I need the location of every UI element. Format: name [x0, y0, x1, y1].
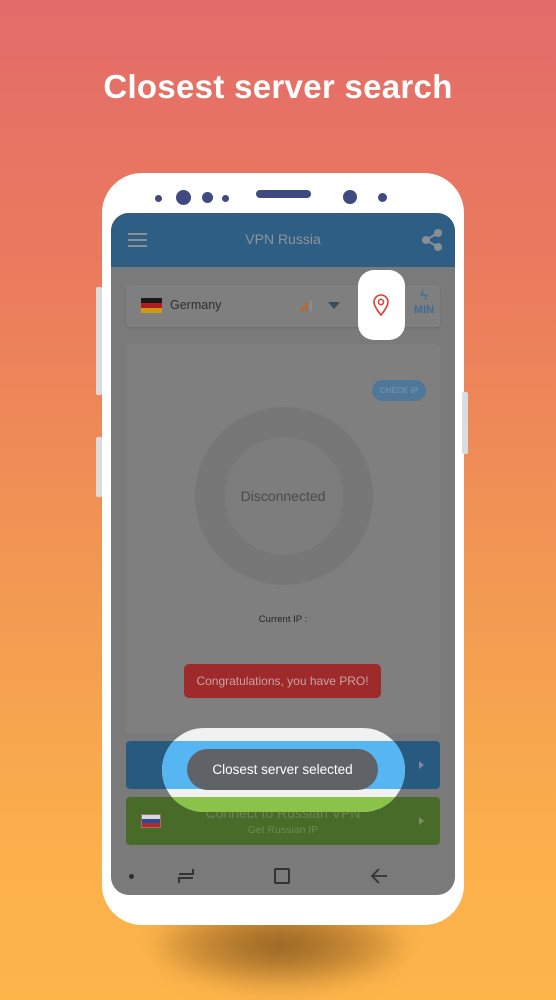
phone-sensor [378, 193, 387, 202]
chevron-down-icon[interactable] [328, 302, 340, 309]
back-arrow-icon[interactable] [370, 867, 388, 885]
phone-speaker [256, 190, 311, 198]
android-nav-bar [111, 855, 455, 895]
location-pin-icon [373, 294, 389, 317]
phone-sensor [202, 192, 213, 203]
phone-volume-button [96, 287, 102, 395]
share-icon[interactable] [419, 227, 445, 253]
phone-power-button [462, 392, 468, 454]
recent-apps-icon[interactable] [177, 867, 195, 885]
phone-sensor [222, 195, 229, 202]
mode-toggle-button[interactable]: ϟ MIN [407, 288, 441, 324]
lightning-bolt-icon: ϟ [420, 287, 428, 303]
phone-camera [343, 190, 357, 204]
server-country-name: Germany [170, 298, 222, 312]
russian-vpn-subtitle: Get Russian IP [247, 824, 319, 836]
check-ip-button[interactable]: CHECK IP [372, 380, 426, 401]
app-title: VPN Russia [245, 231, 321, 247]
connection-status-text: Disconnected [240, 488, 326, 504]
mode-label: MIN [413, 304, 435, 316]
connection-status-card: CHECK IP Disconnected Current IP : Congr… [126, 344, 440, 734]
current-ip-label: Current IP : [258, 614, 308, 625]
nav-indicator-dot [129, 874, 134, 879]
home-icon[interactable] [274, 868, 290, 884]
play-arrow-icon [419, 761, 424, 769]
phone-side-button [96, 437, 102, 497]
phone-front-camera [176, 190, 191, 205]
closest-server-button[interactable] [358, 270, 405, 340]
signal-strength-icon [301, 300, 312, 311]
phone-sensor [155, 195, 162, 202]
app-bar: VPN Russia [111, 213, 455, 267]
toast-message: Closest server selected [187, 749, 378, 790]
germany-flag-icon [141, 298, 162, 313]
promo-headline: Closest server search [103, 68, 453, 105]
pro-status-badge: Congratulations, you have PRO! [184, 664, 381, 698]
play-arrow-icon [419, 817, 424, 825]
app-screen: VPN Russia Germany ϟ MIN CHECK IP Discon… [111, 213, 455, 895]
